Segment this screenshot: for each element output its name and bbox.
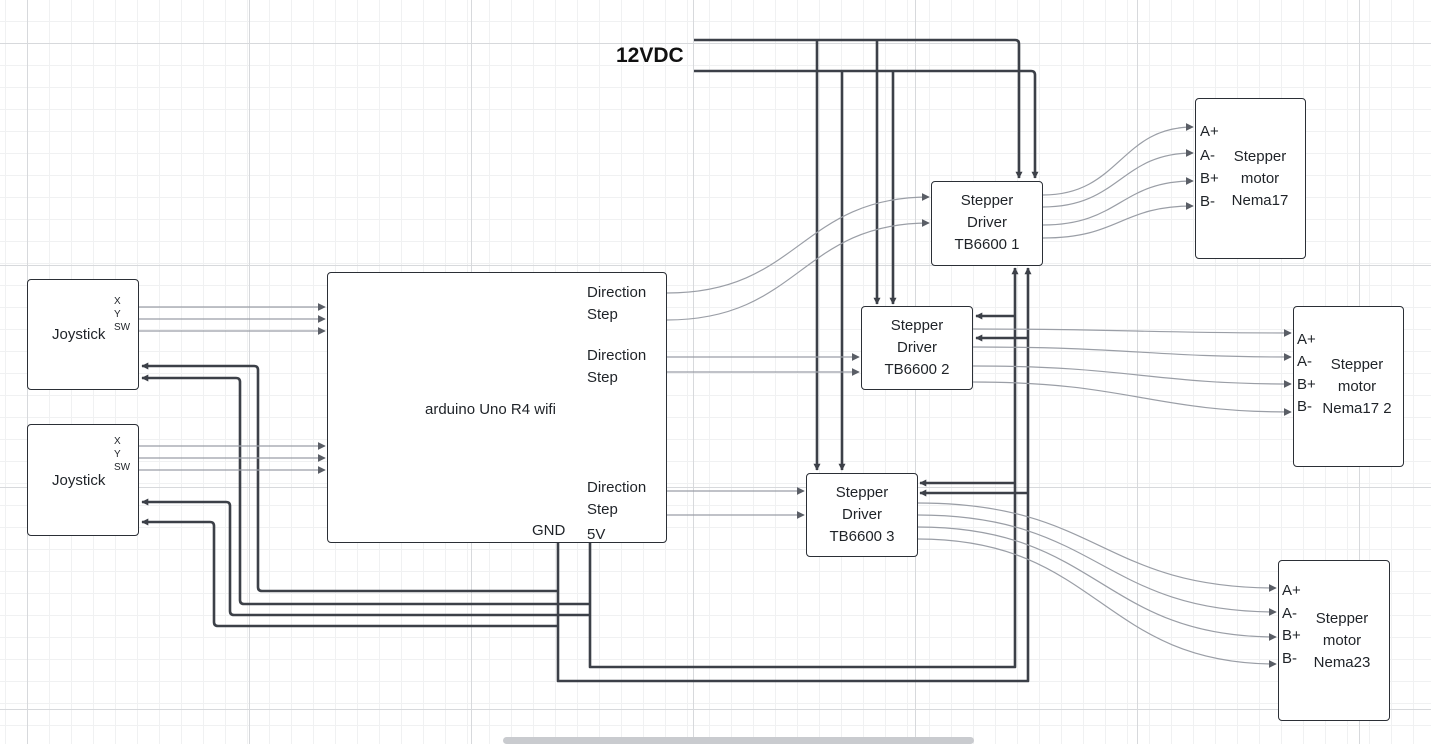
motor-line-1: Stepper — [1233, 148, 1287, 165]
signal-wire — [917, 538, 1277, 668]
motor-line-1: Stepper — [1330, 356, 1384, 373]
arduino-label: arduino Uno R4 wifi — [425, 401, 556, 418]
power-label: 12VDC — [616, 44, 684, 67]
arduino-board[interactable]: arduino Uno R4 wifi Direction Step Direc… — [327, 272, 667, 543]
pin-b-plus-label: B+ — [1200, 170, 1219, 187]
step-1-label: Step — [587, 306, 618, 323]
direction-1-label: Direction — [587, 284, 647, 301]
pin-a-plus-label: A+ — [1200, 123, 1219, 140]
direction-2-label: Direction — [587, 347, 647, 364]
signal-wire — [917, 502, 1277, 592]
motor-line-2: motor — [1240, 170, 1280, 187]
signal-wire — [1042, 123, 1194, 196]
pin-b-minus-label: B- — [1297, 398, 1312, 415]
driver-line-3: TB6600 2 — [884, 361, 950, 378]
signal-wire — [1042, 149, 1194, 208]
motor-line-3: Nema17 2 — [1322, 400, 1392, 417]
pin-y-label: Y — [114, 449, 121, 460]
pin-a-plus-label: A+ — [1297, 331, 1316, 348]
signal-wire — [666, 193, 930, 294]
motor-text: Stepper motor Nema17 — [1218, 146, 1302, 212]
pin-sw-label: SW — [114, 322, 131, 333]
motor-3[interactable]: A+ A- B+ B- Stepper motor Nema23 — [1278, 560, 1390, 721]
driver-3[interactable]: Stepper Driver TB6600 3 — [806, 473, 918, 557]
signal-wire — [972, 365, 1292, 388]
joystick-1[interactable]: Joystick X Y SW — [27, 279, 139, 390]
signal-wire — [972, 381, 1292, 416]
power-wire — [694, 38, 1023, 179]
signal-wire — [1042, 202, 1194, 239]
motor-line-2: motor — [1337, 378, 1377, 395]
driver-2[interactable]: Stepper Driver TB6600 2 — [861, 306, 973, 390]
pin-a-minus-label: A- — [1282, 605, 1297, 622]
horizontal-scrollbar[interactable] — [503, 737, 974, 744]
gnd-label: GND — [532, 522, 566, 539]
motor-line-2: motor — [1322, 632, 1362, 649]
driver-line-3: TB6600 3 — [829, 528, 895, 545]
step-3-label: Step — [587, 501, 618, 518]
joystick-signal-wires — [139, 303, 326, 474]
step-2-label: Step — [587, 369, 618, 386]
driver-line-1: Stepper — [890, 317, 944, 334]
motor-text: Stepper motor Nema17 2 — [1312, 354, 1402, 420]
driver-1[interactable]: Stepper Driver TB6600 1 — [931, 181, 1043, 266]
driver-text: Stepper Driver TB6600 2 — [862, 315, 972, 381]
joystick-2[interactable]: Joystick X Y SW — [27, 424, 139, 536]
pin-x-label: X — [114, 296, 121, 307]
pin-a-minus-label: A- — [1200, 147, 1215, 164]
driver-text: Stepper Driver TB6600 3 — [807, 482, 917, 548]
motor-line-3: Nema17 — [1231, 192, 1289, 209]
pin-a-plus-label: A+ — [1282, 582, 1301, 599]
driver-line-1: Stepper — [835, 484, 889, 501]
motor-line-3: Nema23 — [1313, 654, 1371, 671]
motor-text: Stepper motor Nema23 — [1297, 608, 1387, 674]
motor-2[interactable]: A+ A- B+ B- Stepper motor Nema17 2 — [1293, 306, 1404, 467]
joystick-label: Joystick — [52, 326, 106, 343]
pin-b-minus-label: B- — [1200, 193, 1215, 210]
5v-label: 5V — [587, 526, 606, 543]
pin-sw-label: SW — [114, 462, 131, 473]
pin-a-minus-label: A- — [1297, 353, 1312, 370]
driver-line-2: Driver — [967, 214, 1007, 231]
joystick-label: Joystick — [52, 472, 106, 489]
driver-line-2: Driver — [842, 506, 882, 523]
signal-wire — [1042, 177, 1194, 226]
pin-y-label: Y — [114, 309, 121, 320]
direction-3-label: Direction — [587, 479, 647, 496]
pin-x-label: X — [114, 436, 121, 447]
pin-b-minus-label: B- — [1282, 650, 1297, 667]
motor-1[interactable]: A+ A- B+ B- Stepper motor Nema17 — [1195, 98, 1306, 259]
power-wire — [694, 69, 1039, 179]
driver-line-1: Stepper — [960, 192, 1014, 209]
signal-wire — [972, 328, 1292, 337]
driver-text: Stepper Driver TB6600 1 — [932, 190, 1042, 256]
signal-wire — [917, 514, 1277, 616]
signal-wire — [972, 346, 1292, 361]
motor-line-1: Stepper — [1315, 610, 1369, 627]
diagram-canvas[interactable]: 12VDC Joystick X Y SW Joystick X Y SW ar… — [0, 0, 1431, 744]
driver-line-3: TB6600 1 — [954, 236, 1020, 253]
driver-line-2: Driver — [897, 339, 937, 356]
